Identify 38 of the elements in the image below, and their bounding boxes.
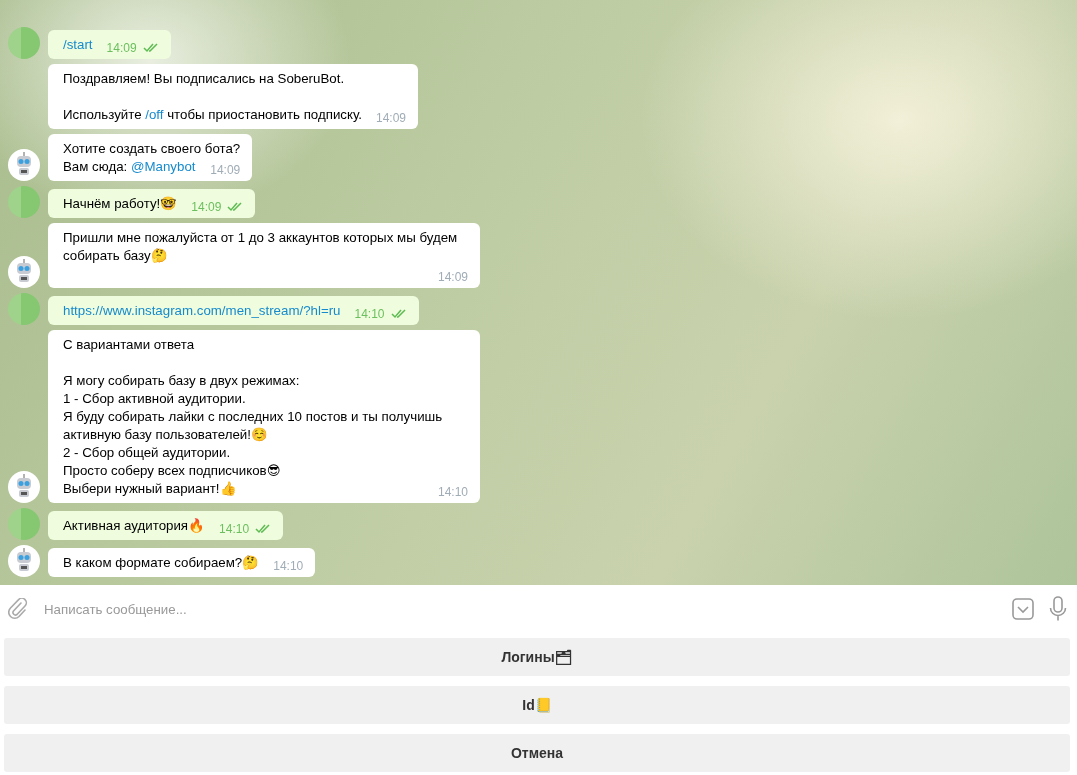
message-text: Используйте /off чтобы приостановить подписку. bbox=[63, 106, 362, 124]
message-link[interactable]: /off bbox=[145, 107, 164, 122]
reply-keyboard-button[interactable]: Логины🗂 bbox=[4, 638, 1070, 676]
message-text: Я могу собирать базу в двух режимах: bbox=[63, 372, 300, 390]
message-time: 14:10 bbox=[437, 484, 468, 501]
message-text: 2 - Сбор общей аудитории. bbox=[63, 444, 231, 462]
microphone-icon[interactable] bbox=[1049, 596, 1067, 622]
message-time: 14:09 bbox=[376, 110, 407, 127]
message-link[interactable]: @Manybot bbox=[131, 159, 196, 174]
message-text: Активная аудитория🔥 bbox=[63, 517, 206, 535]
message-text: Начнём работу!🤓 bbox=[63, 195, 178, 213]
message-text: Просто соберу всех подписчиков😎 bbox=[63, 462, 281, 480]
message-link[interactable]: https://www.instagram.com/men_stream/?hl=ru bbox=[63, 303, 341, 318]
robot-avatar[interactable] bbox=[8, 256, 40, 288]
message-time: 14:10 bbox=[219, 521, 250, 538]
message-text: Выбери нужный вариант!👍 bbox=[63, 480, 237, 498]
message-text: Вам сюда: @Manybot bbox=[63, 158, 196, 176]
message-text: Хотите создать своего бота? bbox=[63, 140, 241, 158]
message-time: 14:09 bbox=[437, 269, 468, 286]
message-text: Пришли мне пожалуйста от 1 до 3 аккаунтов которых мы будем собирать базу🤔 bbox=[63, 229, 459, 265]
robot-avatar[interactable] bbox=[8, 471, 40, 503]
message-time: 14:10 bbox=[354, 306, 385, 323]
message-link[interactable]: /start bbox=[63, 37, 93, 52]
message-text: С вариантами ответа bbox=[63, 336, 195, 354]
robot-avatar[interactable] bbox=[8, 545, 40, 577]
message-time: 14:09 bbox=[106, 40, 137, 57]
paperclip-icon[interactable] bbox=[8, 598, 28, 620]
message-time: 14:09 bbox=[210, 162, 241, 179]
reply-keyboard-button[interactable]: Отмена bbox=[4, 734, 1070, 772]
robot-avatar[interactable] bbox=[8, 149, 40, 181]
message-text: Я буду собирать лайки с последних 10 постов и ты получишь активную базу пользователей!☺ bbox=[63, 408, 444, 444]
message-input[interactable]: Написать сообщение... bbox=[42, 600, 997, 618]
message-time: 14:10 bbox=[273, 558, 304, 575]
message-time: 14:09 bbox=[191, 199, 222, 216]
message-text: В каком формате собираем?🤔 bbox=[63, 554, 260, 572]
keyboard-toggle-icon[interactable] bbox=[1011, 597, 1035, 621]
message-text: Поздравляем! Вы подписались на SoberuBot. bbox=[63, 70, 345, 88]
message-text: 1 - Сбор активной аудитории. bbox=[63, 390, 246, 408]
